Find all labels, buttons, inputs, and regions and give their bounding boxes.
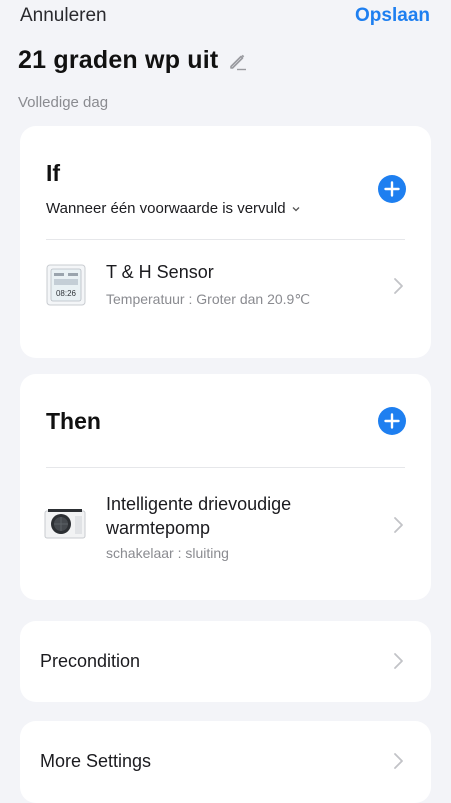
if-card: If Wanneer één voorwaarde is vervuld 08:… bbox=[20, 126, 431, 358]
chevron-right-icon bbox=[394, 517, 403, 533]
top-bar: Annuleren Opslaan bbox=[0, 0, 451, 30]
if-device-detail: Temperatuur : Groter dan 20.9℃ bbox=[106, 291, 311, 307]
if-title: If bbox=[46, 160, 61, 186]
then-title: Then bbox=[46, 408, 101, 434]
pencil-icon[interactable] bbox=[228, 51, 248, 71]
scene-title-row: 21 graden wp uit bbox=[18, 46, 248, 75]
chevron-right-icon bbox=[394, 753, 403, 769]
cancel-button[interactable]: Annuleren bbox=[20, 5, 107, 27]
precondition-row[interactable]: Precondition bbox=[20, 621, 431, 702]
then-card: Then Intelligente drievoudige warmtepomp… bbox=[20, 374, 431, 600]
schedule-subtitle: Volledige dag bbox=[18, 94, 109, 111]
save-button[interactable]: Opslaan bbox=[355, 5, 430, 27]
then-device-name-line1: Intelligente drievoudige bbox=[106, 494, 292, 514]
scene-title: 21 graden wp uit bbox=[18, 46, 219, 74]
then-device-name-line2: warmtepomp bbox=[106, 518, 211, 538]
if-device-name: T & H Sensor bbox=[106, 262, 214, 282]
chevron-down-icon bbox=[292, 206, 300, 211]
add-action-button[interactable] bbox=[378, 407, 406, 435]
if-condition-item[interactable]: 08:26 T & H Sensor Temperatuur : Groter … bbox=[20, 240, 431, 358]
then-action-item[interactable]: Intelligente drievoudige warmtepomp scha… bbox=[20, 468, 431, 600]
sensor-display-text: 08:26 bbox=[56, 289, 77, 298]
sensor-device-icon: 08:26 bbox=[46, 264, 86, 306]
plus-icon bbox=[384, 181, 400, 197]
chevron-right-icon bbox=[394, 653, 403, 669]
condition-mode-label: Wanneer één voorwaarde is vervuld bbox=[46, 200, 286, 217]
chevron-right-icon bbox=[394, 278, 403, 294]
more-settings-row[interactable]: More Settings bbox=[20, 721, 431, 803]
condition-mode-selector[interactable]: Wanneer één voorwaarde is vervuld bbox=[46, 200, 300, 217]
precondition-label: Precondition bbox=[40, 651, 141, 671]
heat-pump-device-icon bbox=[44, 509, 86, 539]
more-settings-label: More Settings bbox=[40, 751, 152, 771]
plus-icon bbox=[384, 413, 400, 429]
add-condition-button[interactable] bbox=[378, 175, 406, 203]
then-device-detail: schakelaar : sluiting bbox=[106, 545, 229, 561]
